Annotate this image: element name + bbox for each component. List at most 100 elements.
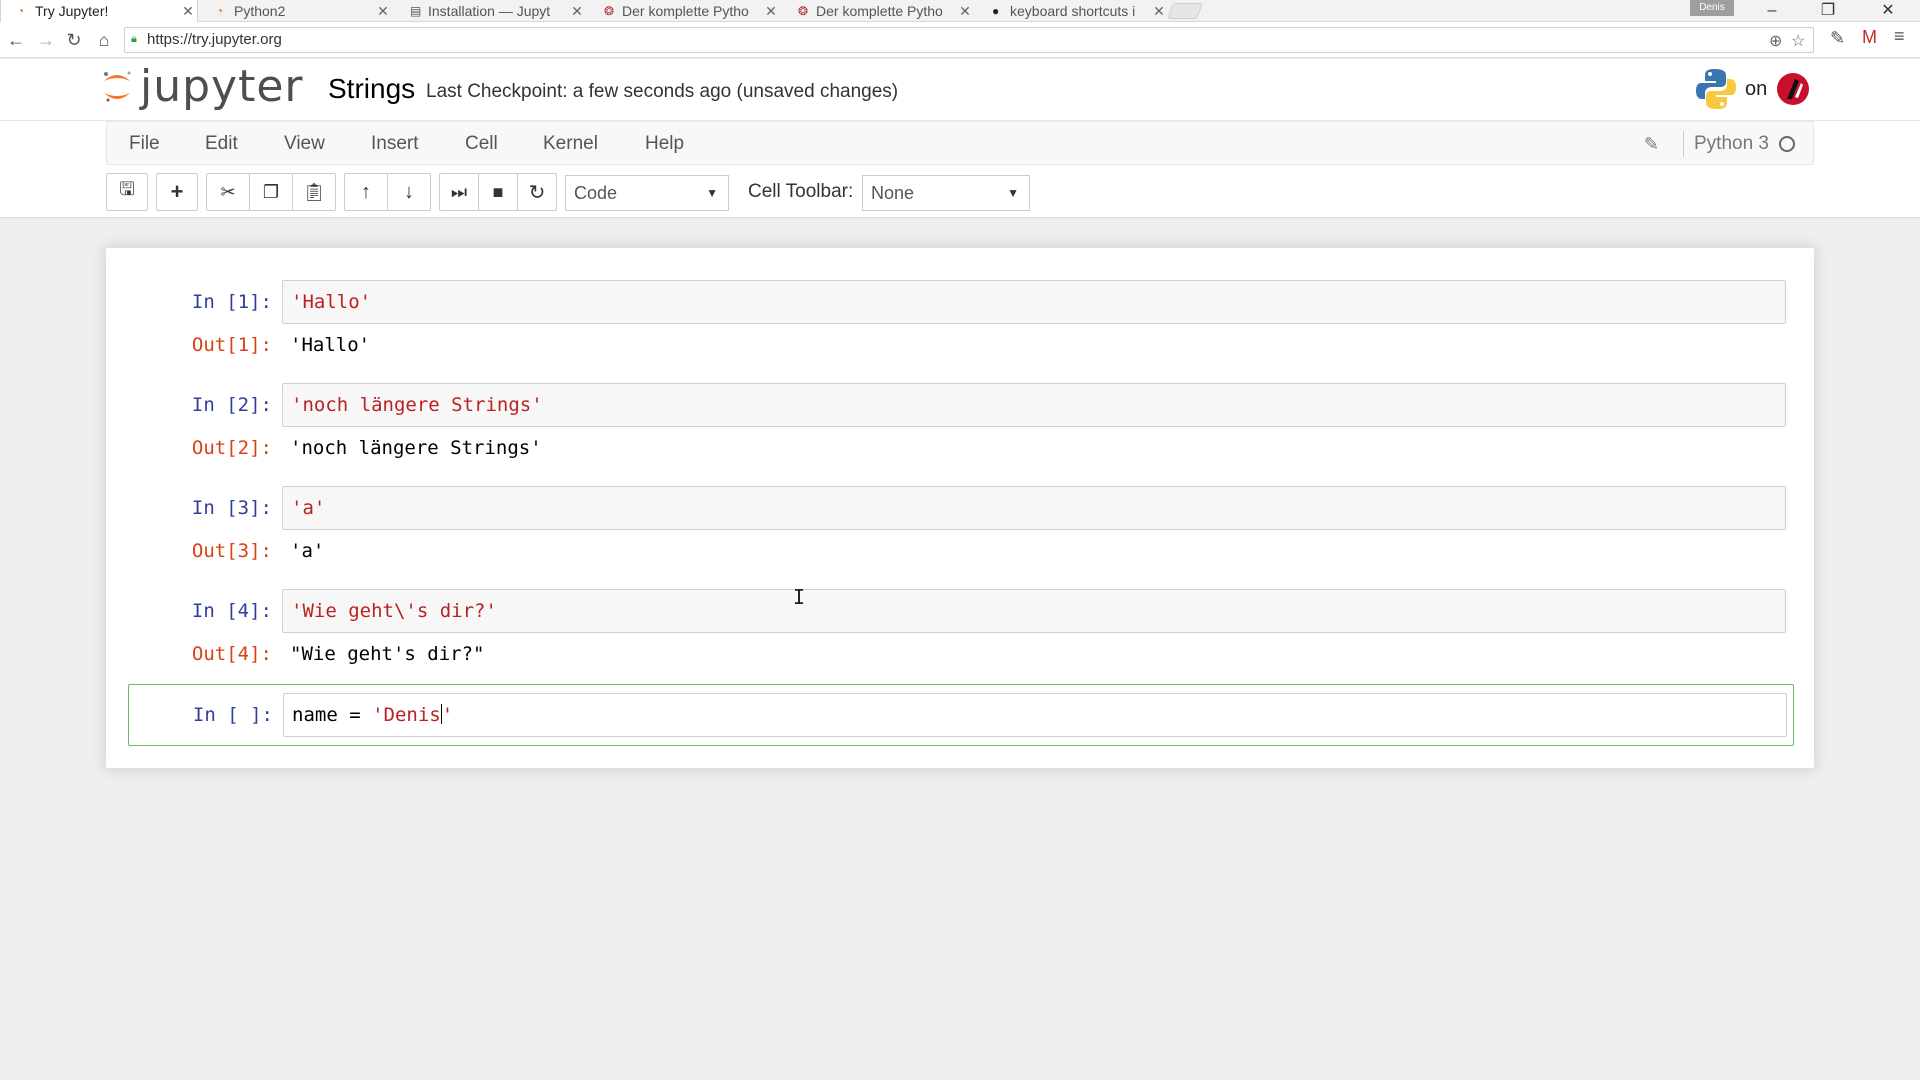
- cell-code: name = 'Denis': [292, 704, 453, 726]
- forward-arrow-icon[interactable]: →: [36, 30, 56, 50]
- menu-kernel[interactable]: Kernel: [543, 133, 598, 155]
- cell-toolbar-select[interactable]: None ▼: [862, 175, 1030, 211]
- plus-icon: +: [170, 179, 184, 204]
- code-cell[interactable]: In [4]: 'Wie geht\'s dir?' Out[4]: "Wie …: [128, 589, 1794, 673]
- new-tab-button[interactable]: [1167, 3, 1203, 19]
- output-prompt: Out[3]:: [191, 540, 272, 562]
- copy-button[interactable]: ❐: [249, 173, 293, 211]
- back-arrow-icon[interactable]: ←: [6, 30, 26, 50]
- udemy-favicon-icon: ❂: [798, 4, 809, 18]
- menu-help[interactable]: Help: [645, 133, 684, 155]
- input-prompt: In [2]:: [191, 394, 272, 416]
- stop-icon: ■: [492, 181, 504, 202]
- cell-input[interactable]: name = 'Denis': [283, 693, 1787, 737]
- edit-mode-pencil-icon: ✎: [1643, 133, 1659, 154]
- output-prompt: Out[2]:: [191, 437, 272, 459]
- cell-toolbar-label: Cell Toolbar:: [748, 181, 854, 202]
- gmail-icon[interactable]: M: [1862, 27, 1877, 48]
- close-icon[interactable]: ✕: [374, 3, 392, 20]
- tab-label: Der komplette Pytho: [622, 3, 749, 19]
- url-input[interactable]: 🔒︎ https://try.jupyter.org ⊕ ☆: [124, 27, 1814, 53]
- reload-icon[interactable]: ↻: [64, 30, 84, 50]
- close-icon[interactable]: ✕: [956, 3, 974, 20]
- close-icon[interactable]: ✕: [1150, 3, 1168, 20]
- bookmark-star-icon[interactable]: ☆: [1791, 31, 1805, 51]
- kernel-idle-icon: [1779, 136, 1795, 152]
- restart-kernel-button[interactable]: ↻: [517, 173, 557, 211]
- divider: [1683, 131, 1684, 157]
- home-icon[interactable]: ⌂: [94, 30, 114, 50]
- tab-der-komplette-2[interactable]: ❂ Der komplette Pytho ✕: [782, 0, 974, 22]
- cell-type-select[interactable]: Code ▼: [565, 175, 729, 211]
- tab-keyboard-shortcuts[interactable]: ● keyboard shortcuts i ✕: [976, 0, 1168, 22]
- menu-view[interactable]: View: [284, 133, 325, 155]
- menu-edit[interactable]: Edit: [205, 133, 238, 155]
- user-profile-badge[interactable]: Denis: [1690, 0, 1734, 16]
- arrow-down-icon: ↓: [404, 180, 414, 203]
- zoom-icon[interactable]: ⊕: [1769, 31, 1782, 51]
- input-prompt: In [4]:: [191, 600, 272, 622]
- browser-menu-icon[interactable]: ≡: [1894, 26, 1905, 47]
- output-prompt: Out[1]:: [191, 334, 272, 356]
- tab-der-komplette-1[interactable]: ❂ Der komplette Pytho ✕: [588, 0, 780, 22]
- tab-installation[interactable]: ▤ Installation — Jupyt ✕: [394, 0, 586, 22]
- notebook-name[interactable]: Strings: [328, 73, 415, 105]
- paste-button[interactable]: 📋︎: [292, 173, 336, 211]
- jupyter-wordmark: jupyter: [140, 60, 304, 112]
- extension-icon[interactable]: ✎: [1830, 28, 1845, 49]
- window-close-icon[interactable]: ✕: [1860, 0, 1916, 22]
- cell-input[interactable]: 'Hallo': [282, 280, 1786, 324]
- code-cell[interactable]: In [2]: 'noch längere Strings' Out[2]: '…: [128, 383, 1794, 467]
- code-cell[interactable]: In [3]: 'a' Out[3]: 'a': [128, 486, 1794, 570]
- step-forward-icon: ⏭︎: [450, 181, 468, 202]
- move-up-button[interactable]: ↑: [344, 173, 388, 211]
- document-favicon-icon: ▤: [410, 4, 422, 18]
- refresh-icon: ↻: [528, 181, 546, 204]
- jupyter-favicon-icon: ◔: [216, 4, 224, 18]
- minimize-icon[interactable]: –: [1744, 0, 1800, 22]
- cut-button[interactable]: ✂: [206, 173, 250, 211]
- cell-input[interactable]: 'a': [282, 486, 1786, 530]
- cell-code: 'noch längere Strings': [291, 394, 543, 416]
- cell-output: 'Hallo': [290, 334, 371, 356]
- jupyter-logo[interactable]: jupyter: [100, 60, 304, 112]
- insert-cell-button[interactable]: +: [156, 173, 198, 211]
- github-favicon-icon: ●: [992, 4, 1000, 18]
- cell-input[interactable]: 'noch längere Strings': [282, 383, 1786, 427]
- menu-cell[interactable]: Cell: [465, 133, 498, 155]
- tab-try-jupyter[interactable]: ◔ Try Jupyter! ✕: [0, 0, 198, 22]
- tab-python2[interactable]: ◔ Python2 ✕: [200, 0, 392, 22]
- tab-label: Der komplette Pytho: [816, 3, 943, 19]
- cell-output: 'noch längere Strings': [290, 437, 542, 459]
- arrow-up-icon: ↑: [361, 180, 371, 203]
- close-icon[interactable]: ✕: [762, 3, 780, 20]
- notebook-container: In [1]: 'Hallo' Out[1]: 'Hallo' In [2]: …: [106, 248, 1814, 768]
- cell-code: 'Hallo': [291, 291, 372, 313]
- run-cell-button[interactable]: ⏭︎: [439, 173, 479, 211]
- python-logo-icon: [1696, 69, 1736, 109]
- cell-output: "Wie geht's dir?": [290, 643, 485, 665]
- url-text: https://try.jupyter.org: [147, 31, 282, 48]
- move-down-button[interactable]: ↓: [387, 173, 431, 211]
- rackspace-logo-icon: [1777, 73, 1810, 105]
- input-prompt: In [3]:: [191, 497, 272, 519]
- copy-icon: ❐: [262, 181, 280, 202]
- menu-insert[interactable]: Insert: [371, 133, 419, 155]
- cell-output: 'a': [290, 540, 325, 562]
- cell-input[interactable]: 'Wie geht\'s dir?': [282, 589, 1786, 633]
- menubar: File Edit View Insert Cell Kernel Help ✎…: [106, 121, 1814, 165]
- code-cell-selected[interactable]: In [ ]: name = 'Denis': [128, 684, 1794, 746]
- save-button[interactable]: 🖫︎: [106, 173, 148, 211]
- close-icon[interactable]: ✕: [179, 3, 197, 20]
- input-prompt: In [1]:: [191, 291, 272, 313]
- code-cell[interactable]: In [1]: 'Hallo' Out[1]: 'Hallo': [128, 280, 1794, 364]
- code-plain: name =: [292, 704, 373, 726]
- tab-label: Python2: [234, 3, 286, 19]
- restore-icon[interactable]: ❐: [1800, 0, 1856, 22]
- menu-file[interactable]: File: [129, 133, 160, 155]
- chevron-down-icon: ▼: [706, 186, 718, 200]
- jupyter-header: jupyter Strings Last Checkpoint: a few s…: [0, 59, 1920, 121]
- mouse-ibeam-cursor: I: [793, 585, 806, 609]
- interrupt-kernel-button[interactable]: ■: [478, 173, 518, 211]
- close-icon[interactable]: ✕: [568, 3, 586, 20]
